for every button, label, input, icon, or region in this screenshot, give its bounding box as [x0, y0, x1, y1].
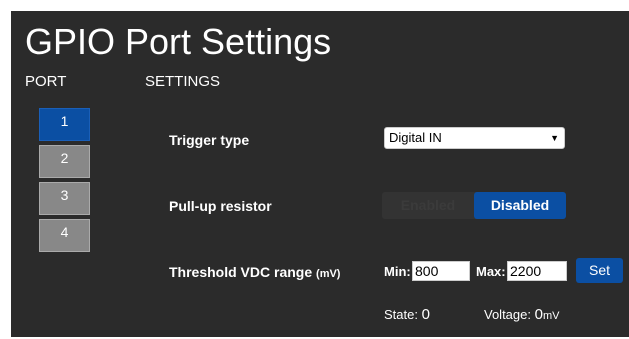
state-label: State: [384, 307, 418, 322]
trigger-type-value: Digital IN [389, 130, 442, 145]
dropdown-arrow-icon: ▼ [550, 133, 559, 143]
pullup-resistor-label: Pull-up resistor [169, 198, 272, 214]
pullup-enabled-option[interactable]: Enabled [382, 192, 474, 219]
state-value: 0 [421, 306, 430, 323]
port-button-3[interactable]: 3 [39, 182, 90, 215]
page-title: GPIO Port Settings [25, 21, 332, 62]
voltage-value: 0 [534, 306, 543, 323]
threshold-label: Threshold VDC range (mV) [169, 264, 340, 280]
threshold-label-text: Threshold VDC range [169, 264, 313, 280]
min-label: Min: [384, 264, 411, 279]
min-input[interactable] [412, 261, 470, 281]
trigger-type-select[interactable]: Digital IN ▼ [384, 127, 565, 149]
port-button-1[interactable]: 1 [39, 108, 90, 141]
port-button-4[interactable]: 4 [39, 219, 90, 252]
pullup-toggle: Enabled Disabled [382, 192, 566, 219]
gpio-settings-panel: GPIO Port Settings PORT SETTINGS 1 2 3 4… [11, 11, 629, 337]
threshold-unit: (mV) [316, 268, 341, 280]
max-input[interactable] [507, 261, 567, 281]
state-readout: State: 0 [384, 306, 430, 323]
port-column-header: PORT [25, 73, 67, 90]
voltage-unit: mV [542, 310, 560, 322]
pullup-disabled-option[interactable]: Disabled [474, 192, 566, 219]
voltage-readout: Voltage: 0mV [484, 306, 559, 323]
voltage-label: Voltage: [484, 307, 531, 322]
port-button-2[interactable]: 2 [39, 145, 90, 178]
max-label: Max: [476, 264, 506, 279]
trigger-type-label: Trigger type [169, 132, 250, 148]
set-button[interactable]: Set [576, 258, 623, 283]
settings-column-header: SETTINGS [145, 73, 221, 90]
